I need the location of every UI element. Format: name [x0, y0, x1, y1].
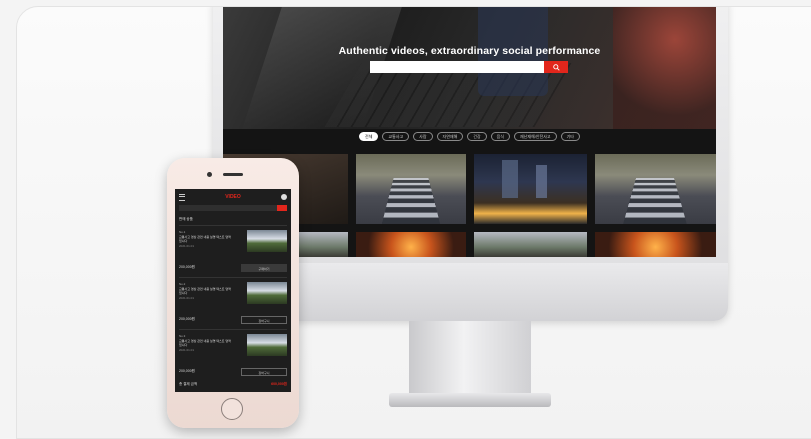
monitor-stand — [409, 321, 531, 397]
item-price: 200,000원 — [179, 265, 195, 269]
item-action-button[interactable]: 구매하기 — [241, 264, 287, 272]
mobile-screen: VIDEO 판매 상품 No.1 교통사고 영상 관련 내용 설명 텍스트 영역… — [175, 189, 291, 392]
mobile-search-input[interactable] — [179, 205, 277, 211]
home-button[interactable] — [221, 398, 243, 420]
total-label: 총 결제 금액 — [179, 382, 198, 386]
mobile-header: VIDEO — [175, 189, 291, 205]
category-chip[interactable]: 재난재해/안전사고 — [514, 132, 557, 141]
list-item: No.2 교통사고 영상 관련 내용 설명 텍스트 영역 입니다 2021.01… — [179, 277, 287, 324]
item-price: 200,000원 — [179, 317, 195, 321]
total-value: 600,000원 — [271, 382, 287, 386]
showcase-card: Authentic videos, extraordinary social p… — [16, 6, 811, 439]
item-thumbnail[interactable] — [247, 230, 287, 252]
video-thumbnail[interactable] — [356, 232, 466, 257]
phone-camera — [207, 172, 212, 177]
category-chip[interactable]: 사람 — [413, 132, 433, 141]
category-chips: 전체 교통사고 사람 자연재해 건강 음식 재난재해/안전사고 기타 — [223, 132, 716, 141]
item-price: 200,000원 — [179, 369, 195, 373]
item-action-button[interactable]: 장바구니 — [241, 368, 287, 376]
category-chip[interactable]: 기타 — [560, 132, 580, 141]
phone-speaker — [223, 173, 243, 176]
video-thumbnail[interactable] — [356, 154, 466, 224]
category-chip[interactable]: 교통사고 — [382, 132, 410, 141]
mobile-phone: VIDEO 판매 상품 No.1 교통사고 영상 관련 내용 설명 텍스트 영역… — [167, 158, 299, 428]
menu-icon[interactable] — [179, 193, 185, 201]
search-button[interactable] — [544, 61, 568, 73]
item-description: 교통사고 영상 관련 내용 설명 텍스트 영역 입니다 — [179, 235, 231, 243]
section-title: 판매 상품 — [179, 217, 193, 221]
category-chip-all[interactable]: 전체 — [359, 132, 379, 141]
item-action-button[interactable]: 장바구니 — [241, 316, 287, 324]
list-item: No.1 교통사고 영상 관련 내용 설명 텍스트 영역 입니다 2021.01… — [179, 225, 287, 272]
item-thumbnail[interactable] — [247, 334, 287, 356]
video-thumbnail[interactable] — [595, 154, 716, 224]
search-input[interactable] — [370, 61, 544, 73]
user-icon[interactable] — [281, 194, 287, 200]
category-chip[interactable]: 건강 — [467, 132, 487, 141]
mobile-search-button[interactable] — [277, 205, 287, 211]
item-description: 교통사고 영상 관련 내용 설명 텍스트 영역 입니다 — [179, 287, 231, 295]
video-thumbnail[interactable] — [595, 232, 716, 257]
category-chip[interactable]: 자연재해 — [436, 132, 464, 141]
item-thumbnail[interactable] — [247, 282, 287, 304]
monitor-base — [389, 393, 551, 407]
hero-red-glow — [613, 7, 716, 129]
list-item: No.3 교통사고 영상 관련 내용 설명 텍스트 영역 입니다 2021.01… — [179, 329, 287, 376]
search-bar — [370, 61, 568, 73]
hero-title: Authentic videos, extraordinary social p… — [338, 45, 601, 57]
video-thumbnail[interactable] — [474, 232, 587, 257]
search-icon — [552, 63, 560, 71]
total-row: 총 결제 금액 600,000원 — [179, 382, 287, 387]
category-chip[interactable]: 음식 — [490, 132, 511, 141]
mobile-search-bar — [179, 205, 287, 211]
mobile-logo[interactable]: VIDEO — [225, 194, 241, 200]
video-thumbnail[interactable] — [474, 154, 587, 224]
hero-banner: Authentic videos, extraordinary social p… — [223, 7, 716, 129]
item-description: 교통사고 영상 관련 내용 설명 텍스트 영역 입니다 — [179, 339, 231, 347]
